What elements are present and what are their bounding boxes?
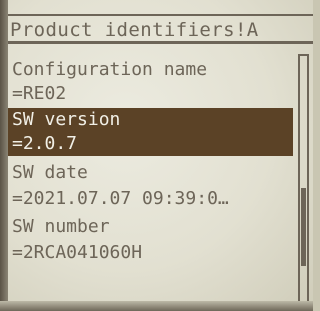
list-item-sw-number-label[interactable]: SW number <box>8 215 293 239</box>
list-item-sw-number-value[interactable]: =2RCA041060H <box>8 241 293 265</box>
list-item-sw-date-label[interactable]: SW date <box>8 161 293 185</box>
list-item-configuration-name-label[interactable]: Configuration name <box>8 58 293 82</box>
device-photo: Product identifiers!A Configuration name… <box>0 0 313 311</box>
scrollbar[interactable] <box>298 54 309 304</box>
lcd-screen: Product identifiers!A Configuration name… <box>8 14 313 304</box>
parameter-list: Configuration name =RE02 SW version =2.0… <box>8 44 293 299</box>
display-bezel-bottom <box>0 301 313 311</box>
list-item-sw-version-label[interactable]: SW version <box>8 108 293 132</box>
title-bar: Product identifiers!A <box>8 14 313 44</box>
display-bezel-left <box>0 0 8 311</box>
scrollbar-thumb[interactable] <box>301 188 306 266</box>
list-item-configuration-name-value[interactable]: =RE02 <box>8 82 293 106</box>
list-item-sw-date-value[interactable]: =2021.07.07 09:39:0… <box>8 187 293 211</box>
list-item-sw-version-value[interactable]: =2.0.7 <box>8 132 293 156</box>
page-title: Product identifiers!A <box>10 19 259 41</box>
